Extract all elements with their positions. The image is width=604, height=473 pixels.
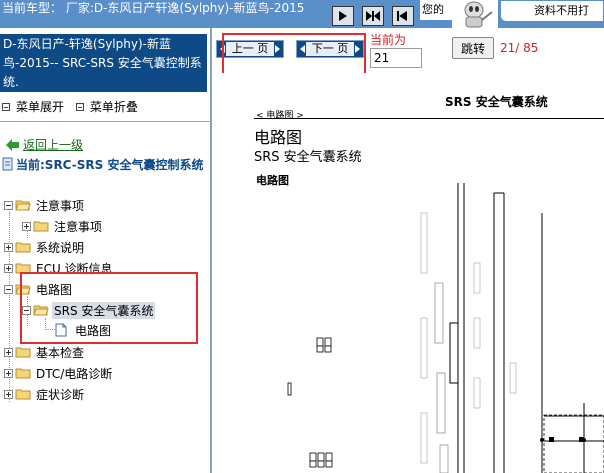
menu-collapse-button[interactable]: 菜单折叠 <box>75 98 138 115</box>
doc-title: 电路图 <box>254 128 303 147</box>
tree-item-precautions-sub[interactable]: 注意事项 <box>22 218 104 234</box>
doc-rule <box>254 118 604 119</box>
page-number-input[interactable] <box>370 48 422 68</box>
mascot-icon <box>452 0 498 28</box>
expand-icon <box>4 347 13 357</box>
folder-icon <box>33 221 49 232</box>
doc-breadcrumb: < 电路图 > <box>256 111 304 121</box>
page-count: 21/ 85 <box>500 41 539 55</box>
expand-icon <box>4 368 13 378</box>
current-vehicle-title: 当前车型： 厂家:D-东风日产轩逸(Sylphy)-新蓝鸟-2015 <box>2 2 305 15</box>
square-icon <box>75 102 84 111</box>
current-page-label: 当前为 <box>370 33 407 47</box>
tree-item-dtc-diagnosis[interactable]: DTC/电路诊断 <box>4 365 114 381</box>
menu-expand-button[interactable]: 菜单展开 <box>2 98 64 115</box>
jump-button[interactable]: 跳转 <box>452 37 494 59</box>
back-link[interactable]: 返回上一级 <box>6 136 83 153</box>
arrow-left-icon <box>6 138 19 151</box>
divider <box>0 121 210 122</box>
folder-icon <box>15 242 31 253</box>
folder-icon <box>15 347 31 358</box>
vehicle-info: D-东风日产-轩逸(Sylphy)-新蓝鸟-2015-- SRC-SRS 安全气… <box>0 34 207 92</box>
expand-icon <box>4 389 13 399</box>
notice-text: 您的 <box>420 0 452 20</box>
expand-icon <box>4 263 13 273</box>
app-window: 当前车型： 厂家:D-东风日产轩逸(Sylphy)-新蓝鸟-2015 您的 资料… <box>0 0 604 473</box>
tree-item-basic-inspection[interactable]: 基本检查 <box>4 344 86 360</box>
square-icon <box>2 102 10 111</box>
folder-open-icon <box>15 200 31 211</box>
fit-arrows-icon <box>366 11 380 21</box>
folder-icon <box>15 389 31 400</box>
collapse-icon <box>4 200 13 210</box>
document-view: SRS 安全气囊系统 < 电路图 > 电路图 SRS 安全气囊系统 电路图 <box>212 73 604 473</box>
nav-back-button[interactable] <box>392 6 414 26</box>
tree-item-precautions[interactable]: 注意事项 <box>4 197 86 213</box>
highlight-box <box>20 272 198 344</box>
doc-subtitle: SRS 安全气囊系统 <box>254 150 362 165</box>
tree-item-symptom-diagnosis[interactable]: 症状诊断 <box>4 386 86 402</box>
sidebar: D-东风日产-轩逸(Sylphy)-新蓝鸟-2015-- SRC-SRS 安全气… <box>0 28 210 473</box>
expand-icon <box>22 221 31 231</box>
nav-first-button[interactable] <box>332 6 354 26</box>
collapse-icon <box>4 284 13 294</box>
play-back-icon <box>397 11 407 21</box>
wiring-diagram <box>287 183 604 473</box>
notice-text-2: 资料不用打 <box>500 0 604 22</box>
menu-actions: 菜单展开 菜单折叠 <box>2 98 146 115</box>
doc-running-header: SRS 安全气囊系统 <box>445 95 548 109</box>
tree-item-system-description[interactable]: 系统说明 <box>4 239 86 255</box>
play-left-icon <box>339 11 347 21</box>
folder-icon <box>15 368 31 379</box>
current-node: 当前:SRC-SRS 安全气囊控制系统 <box>2 156 208 175</box>
top-bar: 当前车型： 厂家:D-东风日产轩逸(Sylphy)-新蓝鸟-2015 您的 资料… <box>0 0 604 28</box>
highlight-box <box>222 33 366 77</box>
document-icon <box>2 157 13 171</box>
nav-fit-button[interactable] <box>362 6 384 26</box>
expand-icon <box>4 242 13 252</box>
